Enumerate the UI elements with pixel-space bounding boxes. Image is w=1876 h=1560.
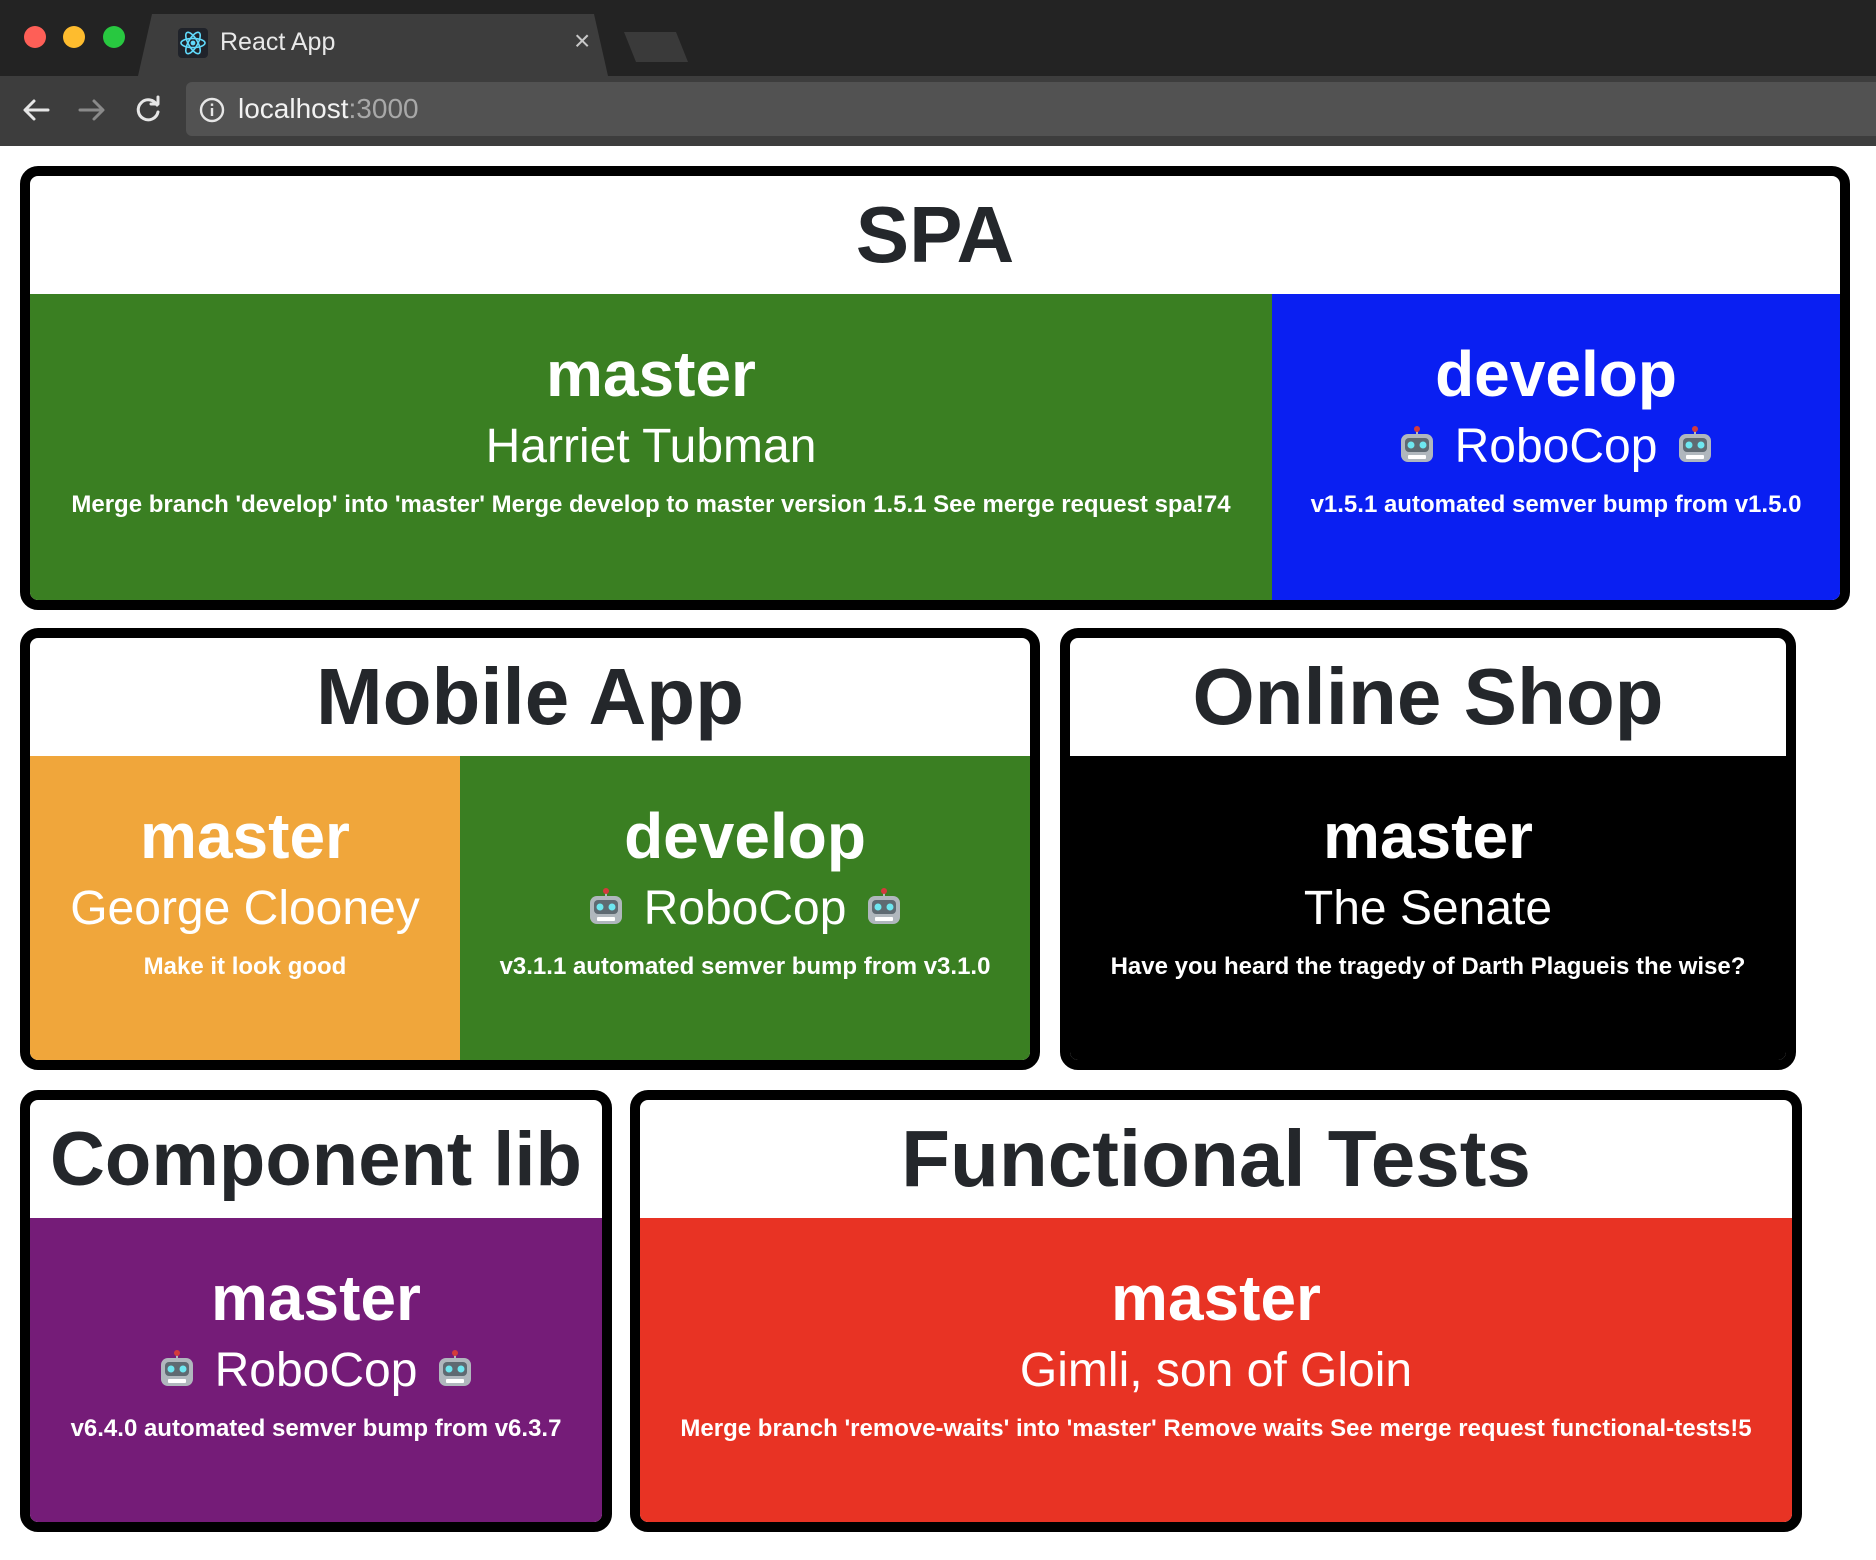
project-title: Mobile App bbox=[315, 652, 745, 741]
back-arrow-icon[interactable] bbox=[18, 92, 54, 128]
commit-author: RoboCop bbox=[1454, 420, 1658, 473]
branch-row: master Gimli, son of Gloin Merge branch … bbox=[640, 1218, 1792, 1522]
minimize-window-button[interactable] bbox=[63, 26, 85, 48]
commit-author: RoboCop bbox=[643, 882, 847, 935]
url-port: :3000 bbox=[348, 93, 419, 124]
branch-name: master bbox=[1323, 800, 1533, 872]
commit-message: v6.4.0 automated semver bump from v6.3.7 bbox=[70, 1415, 562, 1442]
tab-title: React App bbox=[220, 28, 336, 56]
commit-message: Merge branch 'remove-waits' into 'master… bbox=[680, 1415, 1752, 1442]
commit-author-row: RoboCop bbox=[139, 1342, 494, 1400]
project-title: Component lib bbox=[50, 1116, 582, 1202]
close-window-button[interactable] bbox=[24, 26, 46, 48]
branch-name: master bbox=[546, 338, 756, 410]
browser-tab[interactable] bbox=[138, 14, 608, 76]
maximize-window-button[interactable] bbox=[103, 26, 125, 48]
branch-card-master: master Gimli, son of Gloin Merge branch … bbox=[640, 1218, 1792, 1522]
commit-author: Harriet Tubman bbox=[485, 420, 817, 473]
commit-message: Make it look good bbox=[143, 953, 347, 980]
robot-face-icon bbox=[1400, 426, 1433, 462]
robot-face-icon bbox=[439, 1350, 472, 1386]
commit-author-row: RoboCop bbox=[568, 880, 923, 938]
project-title: SPA bbox=[855, 190, 1015, 279]
url-host: localhost bbox=[238, 93, 349, 124]
branch-card-master: master Harriet Tubman Merge branch 'deve… bbox=[30, 294, 1272, 600]
branch-card-master: master George Clooney Make it look good bbox=[30, 756, 460, 1060]
branch-name: develop bbox=[1435, 338, 1677, 410]
commit-author: RoboCop bbox=[214, 1344, 418, 1397]
branch-name: master bbox=[1111, 1262, 1321, 1334]
commit-author: The Senate bbox=[1303, 882, 1553, 935]
branch-card-master: master The Senate Have you heard the tra… bbox=[1070, 756, 1786, 1060]
commit-author-row: RoboCop bbox=[1379, 418, 1734, 476]
react-logo-icon bbox=[178, 28, 208, 58]
project-title: Functional Tests bbox=[901, 1114, 1531, 1203]
project-title: Online Shop bbox=[1192, 652, 1664, 741]
branch-card-master: master RoboCop v6.4.0 automated semver b… bbox=[30, 1218, 602, 1522]
project-panel-component-lib: Component lib master RoboCop v6.4.0 auto… bbox=[20, 1090, 612, 1532]
commit-author: Gimli, son of Gloin bbox=[1019, 1344, 1413, 1397]
robot-face-icon bbox=[868, 888, 901, 924]
branch-row: master Harriet Tubman Merge branch 'deve… bbox=[30, 294, 1840, 600]
branch-row: master RoboCop v6.4.0 automated semver b… bbox=[30, 1218, 602, 1522]
close-icon[interactable]: × bbox=[574, 26, 590, 56]
commit-message: v1.5.1 automated semver bump from v1.5.0 bbox=[1310, 491, 1802, 518]
robot-face-icon bbox=[589, 888, 622, 924]
branch-name: master bbox=[211, 1262, 421, 1334]
tab-bar: React App × bbox=[0, 0, 1876, 76]
branch-name: master bbox=[140, 800, 350, 872]
branch-name: develop bbox=[624, 800, 866, 872]
branch-card-develop: develop RoboCop v1.5.1 automated semver … bbox=[1272, 294, 1840, 600]
branch-row: master The Senate Have you heard the tra… bbox=[1070, 756, 1786, 1060]
branch-card-develop: develop RoboCop v3.1.1 automated semver … bbox=[460, 756, 1030, 1060]
robot-face-icon bbox=[1679, 426, 1712, 462]
reload-icon[interactable] bbox=[130, 92, 166, 128]
project-panel-spa: SPA master Harriet Tubman Merge branch '… bbox=[20, 166, 1850, 610]
info-icon[interactable] bbox=[198, 96, 226, 124]
branch-row: master George Clooney Make it look good … bbox=[30, 756, 1030, 1060]
project-panel-mobile-app: Mobile App master George Clooney Make it… bbox=[20, 628, 1040, 1070]
commit-author: George Clooney bbox=[70, 882, 420, 935]
commit-message: Merge branch 'develop' into 'master' Mer… bbox=[71, 491, 1231, 518]
project-panel-online-shop: Online Shop master The Senate Have you h… bbox=[1060, 628, 1796, 1070]
commit-message: Have you heard the tragedy of Darth Plag… bbox=[1110, 953, 1746, 980]
forward-arrow-icon[interactable] bbox=[74, 92, 110, 128]
project-panel-functional-tests: Functional Tests master Gimli, son of Gl… bbox=[630, 1090, 1802, 1532]
address-bar[interactable] bbox=[186, 82, 1876, 136]
new-tab-button[interactable] bbox=[624, 32, 688, 62]
commit-message: v3.1.1 automated semver bump from v3.1.0 bbox=[499, 953, 991, 980]
url-text[interactable]: localhost:3000 bbox=[238, 92, 419, 126]
robot-face-icon bbox=[160, 1350, 193, 1386]
